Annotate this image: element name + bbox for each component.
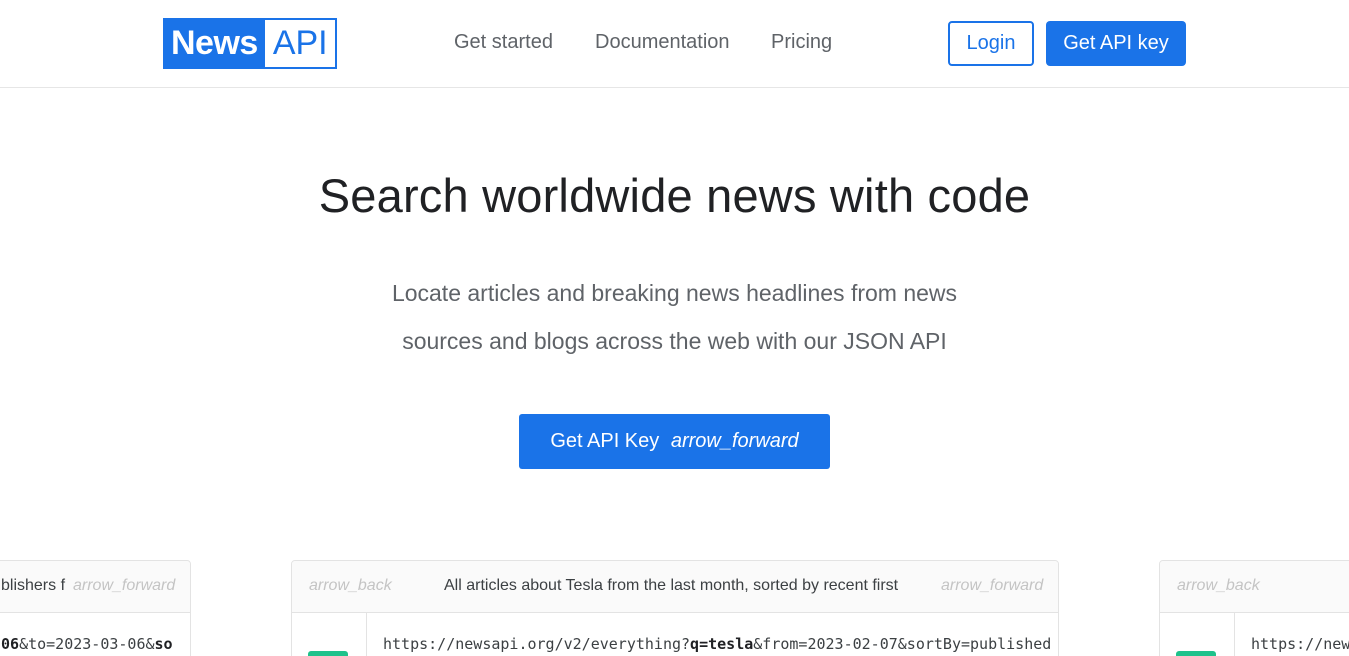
hero-title: Search worldwide news with code xyxy=(318,169,1031,222)
nav-pricing[interactable]: Pricing xyxy=(771,31,832,54)
card-header: arrow_back All articles about Tesla from… xyxy=(292,561,1058,613)
request-gutter xyxy=(1160,613,1235,656)
request-url[interactable]: https://newsapi.org/v2/everything?q=tesl… xyxy=(383,635,1051,653)
url-prefix: https://newsapi.org/v2/everything? xyxy=(383,635,691,653)
hero-subtitle-line2: sources and blogs across the web with ou… xyxy=(402,328,947,354)
hero-subtitle-line1: Locate articles and breaking news headli… xyxy=(391,280,958,306)
arrow-back-icon[interactable]: arrow_back xyxy=(309,577,392,595)
hero-cta-label: Get API Key xyxy=(550,430,660,452)
url-query: q=tesla xyxy=(690,635,754,653)
example-card-center: arrow_back All articles about Tesla from… xyxy=(291,560,1059,656)
code-bold-start: 06 xyxy=(1,635,20,653)
request-url[interactable]: https://new xyxy=(1251,635,1349,653)
code-bold-end: so xyxy=(154,635,173,653)
card-header: blishers f arrow_forward xyxy=(0,561,190,613)
get-api-key-button[interactable]: Get API key xyxy=(1046,21,1186,66)
card-caption: blishers f xyxy=(1,577,66,594)
request-gutter xyxy=(292,613,367,656)
card-header: arrow_back xyxy=(1160,561,1349,613)
card-body: https://new xyxy=(1160,613,1349,656)
card-body: https://newsapi.org/v2/everything?q=tesl… xyxy=(292,613,1058,656)
card-body: 06&to=2023-03-06&so xyxy=(0,613,190,656)
nav-get-started[interactable]: Get started xyxy=(454,31,553,54)
hero-get-api-key-button[interactable]: Get API Key arrow_forward xyxy=(519,414,830,469)
url-suffix: &from=2023-02-07&sortBy=published xyxy=(753,635,1052,653)
method-badge xyxy=(308,651,348,656)
top-nav-bar: News API Get started Documentation Prici… xyxy=(0,0,1349,88)
card-caption: All articles about Tesla from the last m… xyxy=(444,577,899,594)
newsapi-logo[interactable]: News API xyxy=(163,18,337,69)
arrow-forward-icon[interactable]: arrow_forward xyxy=(73,577,175,595)
example-card-left: blishers f arrow_forward 06&to=2023-03-0… xyxy=(0,560,191,656)
logo-api-text: API xyxy=(264,20,335,67)
arrow-forward-icon: arrow_forward xyxy=(670,430,799,452)
logo-news-text: News xyxy=(165,20,265,67)
example-card-right: arrow_back https://new xyxy=(1159,560,1349,656)
nav-documentation[interactable]: Documentation xyxy=(595,31,730,54)
code-snippet: 06&to=2023-03-06&so xyxy=(1,635,173,653)
login-button[interactable]: Login xyxy=(948,21,1034,66)
arrow-forward-icon[interactable]: arrow_forward xyxy=(941,577,1043,595)
method-badge xyxy=(1176,651,1216,656)
code-mid: &to=2023-03-06& xyxy=(19,635,155,653)
arrow-back-icon[interactable]: arrow_back xyxy=(1177,577,1260,595)
